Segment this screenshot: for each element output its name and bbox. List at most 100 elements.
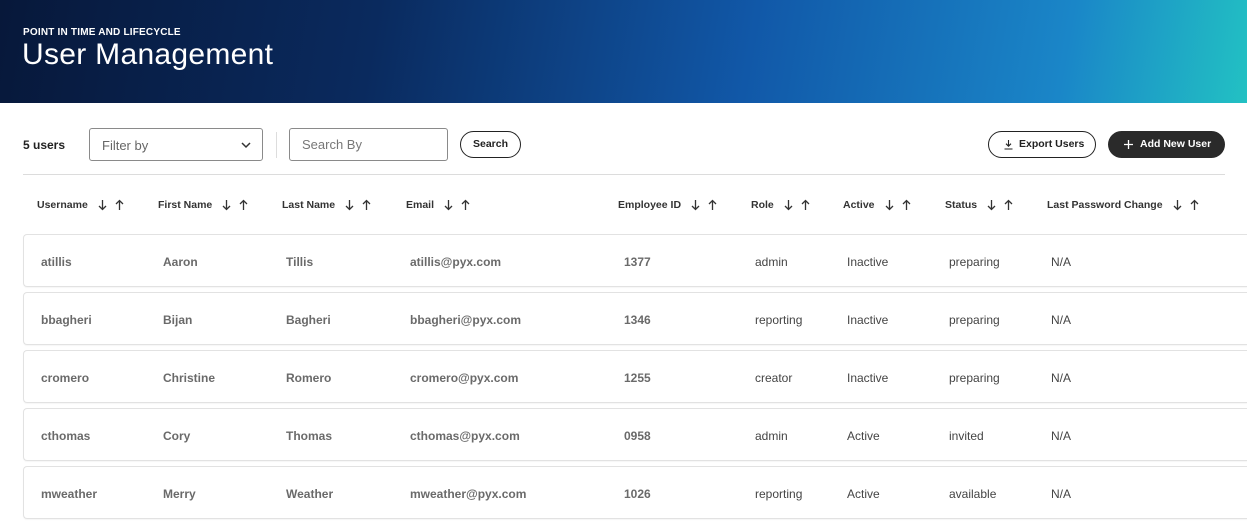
cell-employee-id: 1026 <box>624 486 651 501</box>
cell-status: invited <box>949 428 984 443</box>
arrow-down-icon[interactable] <box>783 199 794 211</box>
cell-status: preparing <box>949 312 1000 327</box>
cell-last-password-change: N/A <box>1051 486 1072 501</box>
cell-role: admin <box>755 428 788 443</box>
cell-role: creator <box>755 370 793 385</box>
toolbar-divider <box>276 132 277 158</box>
cell-username: bbagheri <box>41 312 92 327</box>
arrow-up-icon[interactable] <box>361 199 372 211</box>
column-header-label: Role <box>751 199 774 211</box>
sort-controls <box>443 199 471 211</box>
cell-last-name: Bagheri <box>286 312 331 327</box>
download-icon <box>1004 140 1013 150</box>
table-row[interactable]: cromero Christine Romero cromero@pyx.com 125… <box>23 350 1247 403</box>
cell-username: mweather <box>41 486 98 501</box>
cell-last-name: Romero <box>286 370 332 385</box>
cell-email: mweather@pyx.com <box>410 486 527 501</box>
arrow-up-icon[interactable] <box>901 199 912 211</box>
column-header-label: Last Password Change <box>1047 199 1163 211</box>
column-header-username[interactable]: Username <box>37 195 125 215</box>
cell-last-password-change: N/A <box>1051 428 1072 443</box>
cell-last-password-change: N/A <box>1051 254 1072 269</box>
table-row[interactable]: atillis Aaron Tillis atillis@pyx.com 1377 adm… <box>23 234 1247 287</box>
column-header-role[interactable]: Role <box>751 195 811 215</box>
column-header-last-password-change[interactable]: Last Password Change <box>1047 195 1200 215</box>
sort-controls <box>1172 199 1200 211</box>
arrow-up-icon[interactable] <box>238 199 249 211</box>
search-button[interactable]: Search <box>460 131 521 158</box>
sort-controls <box>783 199 811 211</box>
cell-employee-id: 1346 <box>624 312 651 327</box>
table-row[interactable]: bbagheri Bijan Bagheri bbagheri@pyx.com 1346… <box>23 292 1247 345</box>
arrow-down-icon[interactable] <box>690 199 701 211</box>
cell-employee-id: 0958 <box>624 428 651 443</box>
add-new-user-button[interactable]: Add New User <box>1108 131 1225 158</box>
cell-role: admin <box>755 254 788 269</box>
cell-active: Active <box>847 428 880 443</box>
sort-controls <box>690 199 718 211</box>
sort-controls <box>986 199 1014 211</box>
arrow-up-icon[interactable] <box>1003 199 1014 211</box>
arrow-up-icon[interactable] <box>707 199 718 211</box>
column-header-last-name[interactable]: Last Name <box>282 195 372 215</box>
cell-first-name: Aaron <box>163 254 198 269</box>
table-row[interactable]: cthomas Cory Thomas cthomas@pyx.com 0958 admi… <box>23 408 1247 461</box>
search-input[interactable] <box>289 128 448 161</box>
cell-active: Inactive <box>847 370 889 385</box>
arrow-up-icon[interactable] <box>1189 199 1200 211</box>
column-header-status[interactable]: Status <box>945 195 1014 215</box>
cell-username: atillis <box>41 254 72 269</box>
cell-active: Inactive <box>847 312 889 327</box>
page-header: POINT IN TIME AND LIFECYCLE User Managem… <box>0 0 1247 103</box>
arrow-down-icon[interactable] <box>97 199 108 211</box>
plus-icon <box>1124 140 1133 149</box>
sort-controls <box>221 199 249 211</box>
column-header-email[interactable]: Email <box>406 195 471 215</box>
cell-email: cthomas@pyx.com <box>410 428 520 443</box>
cell-first-name: Cory <box>163 428 191 443</box>
cell-last-name: Tillis <box>286 254 314 269</box>
cell-first-name: Bijan <box>163 312 193 327</box>
cell-active: Inactive <box>847 254 889 269</box>
column-header-label: First Name <box>158 199 213 211</box>
arrow-down-icon[interactable] <box>344 199 355 211</box>
arrow-down-icon[interactable] <box>221 199 232 211</box>
toolbar: 5 users Filter by Search Export Users Ad… <box>0 128 1247 162</box>
arrow-up-icon[interactable] <box>460 199 471 211</box>
cell-role: reporting <box>755 486 803 501</box>
column-header-employee-id[interactable]: Employee ID <box>618 195 718 215</box>
arrow-down-icon[interactable] <box>443 199 454 211</box>
cell-email: atillis@pyx.com <box>410 254 502 269</box>
column-header-label: Username <box>37 199 88 211</box>
column-header-first-name[interactable]: First Name <box>158 195 249 215</box>
arrow-down-icon[interactable] <box>884 199 895 211</box>
page-title: User Management <box>22 38 274 71</box>
column-header-label: Email <box>406 199 435 211</box>
arrow-up-icon[interactable] <box>114 199 125 211</box>
arrow-up-icon[interactable] <box>800 199 811 211</box>
page-eyebrow: POINT IN TIME AND LIFECYCLE <box>23 27 181 38</box>
arrow-down-icon[interactable] <box>986 199 997 211</box>
table-row[interactable]: mweather Merry Weather mweather@pyx.com 1026… <box>23 466 1247 519</box>
arrow-down-icon[interactable] <box>1172 199 1183 211</box>
filter-dropdown-label: Filter by <box>102 138 149 153</box>
column-header-label: Employee ID <box>618 199 682 211</box>
cell-last-name: Thomas <box>286 428 333 443</box>
cell-email: bbagheri@pyx.com <box>410 312 522 327</box>
cell-status: preparing <box>949 370 1000 385</box>
sort-controls <box>884 199 912 211</box>
column-header-label: Status <box>945 199 978 211</box>
cell-active: Active <box>847 486 880 501</box>
filter-dropdown[interactable]: Filter by <box>89 128 263 161</box>
cell-username: cromero <box>41 370 90 385</box>
cell-first-name: Christine <box>163 370 216 385</box>
export-users-button[interactable]: Export Users <box>988 131 1096 158</box>
user-count: 5 users <box>23 138 66 152</box>
cell-status: preparing <box>949 254 1000 269</box>
cell-last-password-change: N/A <box>1051 312 1072 327</box>
cell-email: cromero@pyx.com <box>410 370 519 385</box>
add-new-user-label: Add New User <box>1140 138 1212 150</box>
cell-status: available <box>949 486 997 501</box>
column-header-active[interactable]: Active <box>843 195 912 215</box>
table-header: Username First Name Last Name Email Employee… <box>23 195 1247 215</box>
